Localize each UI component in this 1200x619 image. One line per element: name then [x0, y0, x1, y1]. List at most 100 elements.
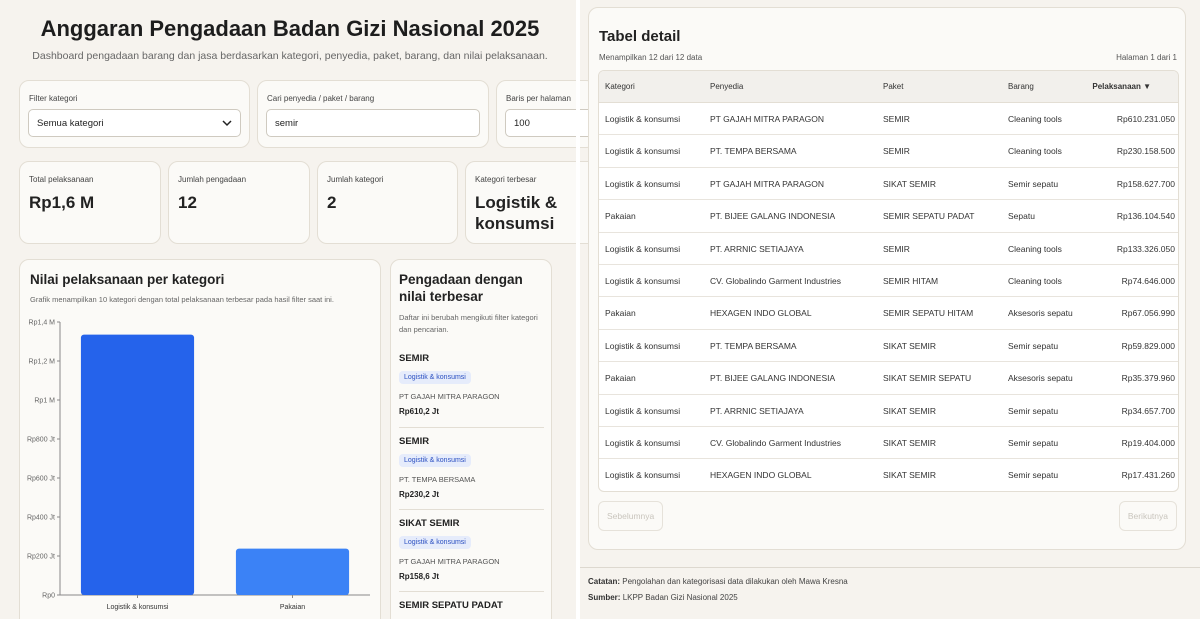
- category-filter-card: Filter kategori Semua kategori: [19, 80, 250, 148]
- list-item[interactable]: SEMIR SEPATU PADAT: [399, 600, 544, 611]
- category-badge: Logistik & konsumsi: [399, 371, 471, 384]
- search-filter-label: Cari penyedia / paket / barang: [267, 94, 375, 103]
- list-item[interactable]: SEMIR Logistik & konsumsi PT. TEMPA BERS…: [399, 436, 544, 499]
- cell-penyedia: PT. TEMPA BERSAMA: [710, 340, 797, 351]
- cell-pelaksanaan: Rp136.104.540: [1116, 211, 1175, 222]
- column-header-penyedia[interactable]: Penyedia: [710, 71, 743, 103]
- stat-value: 2: [327, 193, 337, 212]
- cell-barang: Semir sepatu: [1008, 178, 1059, 189]
- cell-penyedia: PT. BIJEE GALANG INDONESIA: [710, 373, 836, 384]
- stat-value: Rp1,6 M: [29, 193, 95, 212]
- item-name: SEMIR: [399, 436, 430, 447]
- stat-value: 12: [178, 193, 197, 212]
- cell-kategori: Logistik & konsumsi: [605, 276, 681, 286]
- cell-paket: SEMIR HITAM: [883, 276, 939, 286]
- cell-paket: SIKAT SEMIR: [883, 405, 937, 416]
- x-tick-label: Pakaian: [280, 604, 305, 611]
- source-label: Sumber:: [588, 593, 621, 602]
- table-row: Logistik & konsumsi PT GAJAH MITRA PARAGO…: [599, 168, 1178, 201]
- cell-paket: SIKAT SEMIR: [883, 470, 937, 481]
- cell-paket: SIKAT SEMIR: [883, 340, 937, 351]
- stat-card-total: Total pelaksanaan Rp1,6 M: [19, 161, 161, 244]
- cell-kategori: Logistik & konsumsi: [605, 178, 681, 189]
- cell-pelaksanaan: Rp74.646.000: [1121, 276, 1175, 286]
- y-tick-label: Rp0: [42, 593, 55, 600]
- column-header-paket[interactable]: Paket: [883, 71, 903, 103]
- cell-barang: Cleaning tools: [1008, 276, 1062, 286]
- note-text: Pengolahan dan kategorisasi data dilakuk…: [622, 577, 848, 586]
- cell-barang: Sepatu: [1008, 211, 1035, 222]
- cell-pelaksanaan: Rp230.158.500: [1116, 146, 1175, 157]
- cell-pelaksanaan: Rp59.829.000: [1121, 340, 1175, 351]
- column-header-pelaksanaan[interactable]: Pelaksanaan ▼: [1092, 71, 1151, 103]
- category-select[interactable]: Semua kategori: [28, 109, 241, 137]
- detail-table: Kategori Penyedia Paket Barang Pelaksana…: [598, 70, 1179, 492]
- search-filter-card: Cari penyedia / paket / barang semir: [257, 80, 489, 148]
- stat-value: Logistik & konsumsi: [475, 193, 558, 233]
- cell-kategori: Logistik & konsumsi: [605, 405, 681, 416]
- footer-source: Sumber: LKPP Badan Gizi Nasional 2025: [588, 593, 738, 602]
- search-input[interactable]: semir: [266, 109, 480, 137]
- cell-barang: Semir sepatu: [1008, 405, 1059, 416]
- stat-label: Jumlah kategori: [327, 175, 384, 184]
- stat-card-categories: Jumlah kategori 2: [317, 161, 458, 244]
- cell-barang: Semir sepatu: [1008, 340, 1059, 351]
- cell-barang: Aksesoris sepatu: [1008, 373, 1073, 384]
- cell-penyedia: HEXAGEN INDO GLOBAL: [710, 470, 812, 481]
- cell-pelaksanaan: Rp610.231.050: [1116, 114, 1175, 124]
- cell-penyedia: PT. ARRNIC SETIAJAYA: [710, 405, 804, 416]
- bar[interactable]: [80, 334, 195, 595]
- cell-pelaksanaan: Rp158.627.700: [1116, 178, 1175, 189]
- stat-label: Jumlah pengadaan: [178, 175, 247, 184]
- source-text: LKPP Badan Gizi Nasional 2025: [622, 593, 738, 602]
- bar-chart: Rp0 Rp200 Jt Rp400 Jt Rp600 Jt Rp800 Jt Rp1 M…: [27, 320, 370, 611]
- column-header-kategori[interactable]: Kategori: [605, 71, 635, 103]
- table-header: Kategori Penyedia Paket Barang Pelaksana…: [599, 71, 1178, 103]
- cell-penyedia: PT. TEMPA BERSAMA: [710, 146, 797, 157]
- cell-penyedia: PT. BIJEE GALANG INDONESIA: [710, 211, 836, 222]
- prev-page-button[interactable]: Sebelumnya: [598, 501, 664, 531]
- cell-paket: SIKAT SEMIR: [883, 438, 937, 448]
- cell-penyedia: PT GAJAH MITRA PARAGON: [710, 178, 824, 189]
- category-chart-card: Nilai pelaksanaan per kategori Grafik me…: [19, 259, 381, 619]
- y-tick-label: Rp400 Jt: [27, 515, 55, 522]
- cell-barang: Semir sepatu: [1008, 438, 1059, 448]
- table-row: Logistik & konsumsi PT. TEMPA BERSAMA SIKA…: [599, 330, 1178, 363]
- cell-penyedia: PT GAJAH MITRA PARAGON: [710, 114, 824, 124]
- table-row: Logistik & konsumsi PT. ARRNIC SETIAJAYA S…: [599, 395, 1178, 427]
- cell-kategori: Logistik & konsumsi: [605, 114, 681, 124]
- table-row: Logistik & konsumsi PT GAJAH MITRA PARAGO…: [599, 103, 1178, 136]
- cell-kategori: Logistik & konsumsi: [605, 438, 681, 448]
- cell-paket: SEMIR: [883, 243, 910, 254]
- rows-filter-label: Baris per halaman: [506, 94, 571, 103]
- category-badge: Logistik & konsumsi: [399, 454, 471, 467]
- top-list-title: Pengadaan dengan nilai terbesar: [399, 272, 523, 304]
- item-value: Rp230,2 Jt: [399, 490, 440, 499]
- cell-pelaksanaan: Rp67.056.990: [1121, 308, 1175, 319]
- cell-penyedia: CV. Globalindo Garment Industries: [710, 276, 842, 286]
- cell-pelaksanaan: Rp17.431.260: [1121, 470, 1175, 481]
- cell-pelaksanaan: Rp35.379.960: [1121, 373, 1175, 384]
- item-name: SEMIR: [399, 353, 430, 364]
- note-label: Catatan:: [588, 577, 621, 586]
- y-tick-label: Rp800 Jt: [27, 437, 55, 444]
- next-page-button[interactable]: Berikutnya: [1118, 501, 1177, 531]
- dashboard-panel: Anggaran Pengadaan Badan Gizi Nasional 2…: [0, 0, 615, 619]
- top-list-description: Daftar ini berubah mengikuti filter kate…: [399, 313, 538, 334]
- category-badge: Logistik & konsumsi: [399, 536, 471, 549]
- cell-barang: Cleaning tools: [1008, 243, 1062, 254]
- list-item[interactable]: SEMIR Logistik & konsumsi PT GAJAH MITRA…: [399, 353, 544, 416]
- list-divider: [399, 591, 544, 592]
- list-item[interactable]: SIKAT SEMIR Logistik & konsumsi PT GAJAH…: [399, 518, 544, 581]
- table-row: Pakaian PT. BIJEE GALANG INDONESIA SIKAT S…: [599, 362, 1178, 395]
- column-header-barang[interactable]: Barang: [1008, 71, 1034, 103]
- bar[interactable]: [235, 548, 350, 595]
- footer-divider: [580, 567, 1200, 568]
- cell-kategori: Pakaian: [605, 211, 636, 222]
- page-subtitle: Dashboard pengadaan barang dan jasa berd…: [32, 50, 548, 62]
- stat-label: Kategori terbesar: [475, 175, 537, 184]
- cell-penyedia: PT. ARRNIC SETIAJAYA: [710, 243, 804, 254]
- cell-paket: SEMIR SEPATU PADAT: [883, 211, 975, 222]
- detail-table-card: Tabel detail Menampilkan 12 dari 12 data…: [588, 7, 1186, 550]
- cell-paket: SEMIR: [883, 114, 910, 124]
